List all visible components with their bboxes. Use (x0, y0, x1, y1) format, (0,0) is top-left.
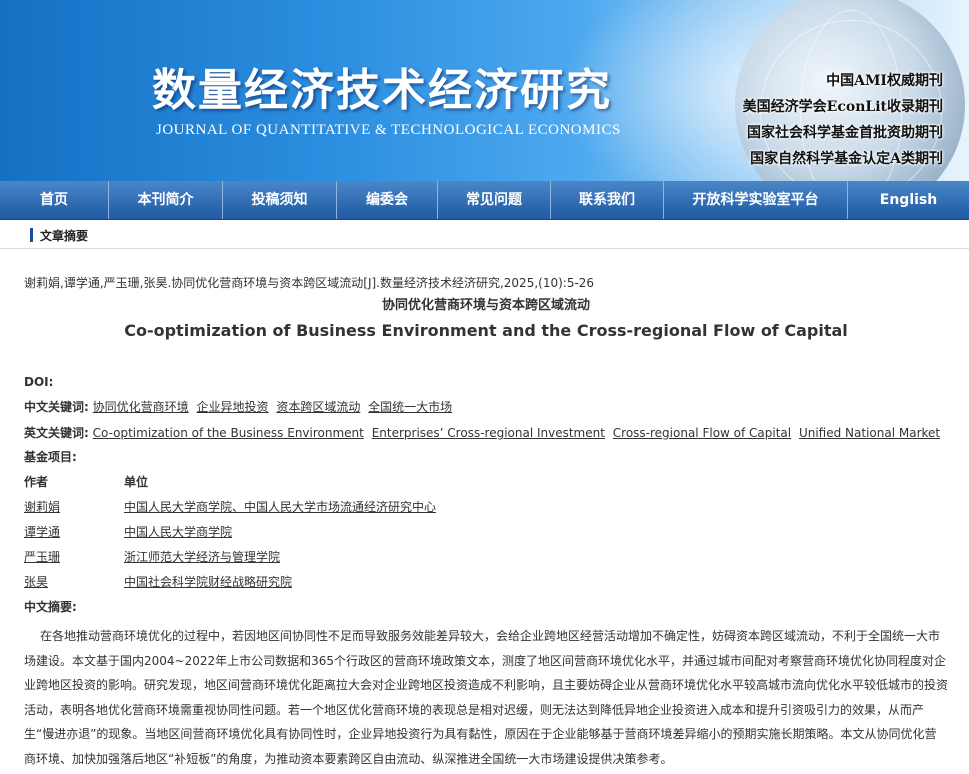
breadcrumb-marker (30, 228, 33, 242)
keyword-en-link[interactable]: Cross-regional Flow of Capital (613, 426, 791, 440)
badge-ami: 中国AMI权威期刊 (826, 73, 943, 89)
unit-link[interactable]: 浙江师范大学经济与管理学院 (124, 548, 280, 566)
nav-home[interactable]: 首页 (0, 181, 109, 219)
keyword-en-link[interactable]: Enterprises’ Cross-regional Investment (372, 426, 605, 440)
keyword-en-link[interactable]: Unified National Market (799, 426, 940, 440)
author-header: 作者 (24, 475, 49, 489)
badge-nsfc: 国家自然科学基金认定A类期刊 (750, 151, 943, 167)
unit-link[interactable]: 中国人民大学商学院 (124, 523, 232, 541)
unit-link[interactable]: 中国人民大学商学院、中国人民大学市场流通经济研究中心 (124, 498, 436, 516)
fund-row: 基金项目: (24, 448, 77, 466)
keywords-cn-row: 中文关键词: 协同优化营商环境 企业异地投资 资本跨区域流动 全国统一大市场 (24, 398, 456, 416)
journal-title-cn: 数量经济技术经济研究 (152, 65, 612, 116)
keyword-cn-link[interactable]: 资本跨区域流动 (276, 400, 360, 414)
unit-link[interactable]: 中国社会科学院财经战略研究院 (124, 573, 292, 591)
author-link[interactable]: 谢莉娟 (24, 498, 60, 516)
abstract-label-row: 中文摘要: (24, 598, 77, 616)
header-banner: 数量经济技术经济研究 JOURNAL OF QUANTITATIVE & TEC… (0, 0, 969, 181)
article-title-cn: 协同优化营商环境与资本跨区域流动 (381, 298, 590, 313)
author-link[interactable]: 严玉珊 (24, 548, 60, 566)
author-link[interactable]: 张昊 (24, 573, 48, 591)
doi-row: DOI: (24, 373, 53, 391)
author-link[interactable]: 谭学通 (24, 523, 60, 541)
nav-contact[interactable]: 联系我们 (551, 181, 664, 219)
nav-submission[interactable]: 投稿须知 (223, 181, 337, 219)
keywords-en-label: 英文关键词: (24, 426, 89, 440)
unit-header: 单位 (124, 475, 149, 489)
abstract-label: 中文摘要: (24, 600, 77, 614)
journal-badges: 中国AMI权威期刊 美国经济学会EconLit收录期刊 国家社会科学基金首批资助… (743, 68, 943, 172)
badge-nssf: 国家社会科学基金首批资助期刊 (747, 125, 943, 141)
journal-title-en: JOURNAL OF QUANTITATIVE & TECHNOLOGICAL … (156, 122, 621, 138)
main-nav: 首页 本刊简介 投稿须知 编委会 常见问题 联系我们 开放科学实验室平台 Eng… (0, 181, 969, 220)
doi-label: DOI: (24, 375, 54, 389)
article-title-en: Co-optimization of Business Environment … (124, 321, 848, 340)
article-content: 谢莉娟,谭学通,严玉珊,张昊.协同优化营商环境与资本跨区域流动[J].数量经济技… (24, 274, 948, 766)
abstract-text: 在各地推动营商环境优化的过程中，若因地区间协同性不足而导致服务效能差异较大，会给… (24, 629, 949, 766)
nav-about[interactable]: 本刊简介 (109, 181, 223, 219)
citation: 谢莉娟,谭学通,严玉珊,张昊.协同优化营商环境与资本跨区域流动[J].数量经济技… (24, 276, 595, 290)
keyword-cn-link[interactable]: 企业异地投资 (196, 400, 268, 414)
keywords-en-row: 英文关键词: Co-optimization of the Business E… (24, 424, 944, 442)
keywords-cn-label: 中文关键词: (24, 400, 89, 414)
keyword-en-link[interactable]: Co-optimization of the Business Environm… (93, 426, 364, 440)
breadcrumb-label: 文章摘要 (40, 228, 89, 243)
badge-econlit: 美国经济学会EconLit收录期刊 (742, 99, 943, 115)
divider (0, 248, 969, 249)
breadcrumb: 文章摘要 (30, 226, 88, 244)
keyword-cn-link[interactable]: 协同优化营商环境 (93, 400, 189, 414)
keyword-cn-link[interactable]: 全国统一大市场 (368, 400, 452, 414)
fund-label: 基金项目: (24, 450, 77, 464)
nav-faq[interactable]: 常见问题 (438, 181, 551, 219)
nav-open-science[interactable]: 开放科学实验室平台 (664, 181, 848, 219)
nav-english[interactable]: English (848, 181, 969, 219)
nav-editorial-board[interactable]: 编委会 (337, 181, 438, 219)
